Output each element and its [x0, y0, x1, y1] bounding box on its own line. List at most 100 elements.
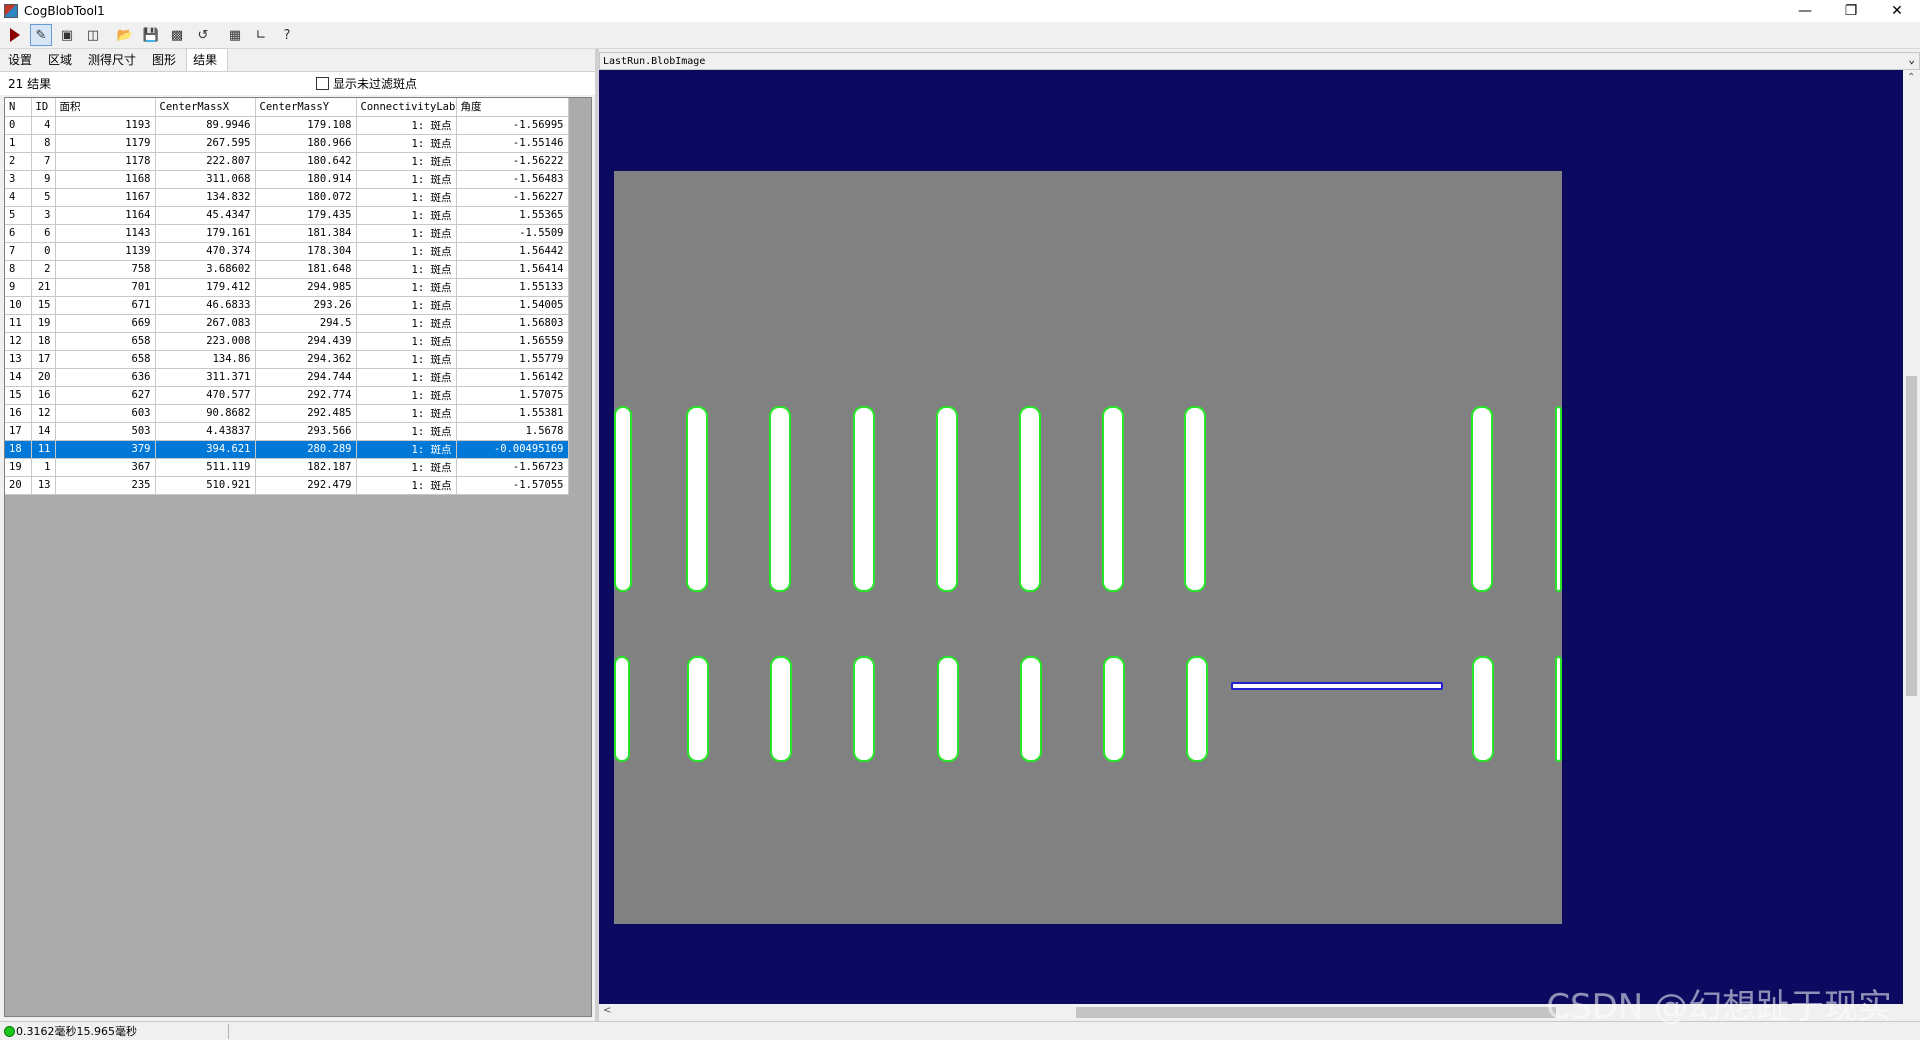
- table-cell: 45.4347: [155, 206, 256, 225]
- table-cell: 179.108: [255, 116, 357, 135]
- scroll-left-icon[interactable]: <: [603, 1005, 611, 1016]
- image-display-icon[interactable]: ▦: [224, 24, 246, 46]
- horizontal-scroll-thumb[interactable]: [1076, 1007, 1556, 1018]
- table-cell: 1: 斑点: [356, 152, 457, 171]
- table-row[interactable]: 0 4 1193 89.9946 179.108 1: 斑点 -1.56995: [5, 116, 569, 135]
- table-cell: 223.008: [155, 332, 256, 351]
- table-row[interactable]: 9 21 701 179.412 294.985 1: 斑点 1.55133: [5, 278, 569, 297]
- column-header-n[interactable]: N: [5, 98, 32, 117]
- table-cell: 13: [5, 350, 32, 369]
- table-cell: 294.362: [255, 350, 357, 369]
- table-cell: 1.56414: [456, 260, 569, 279]
- checkbox-box[interactable]: [316, 77, 329, 90]
- table-cell: 7: [5, 242, 32, 261]
- left-panel: 设置 区域 测得尺寸 图形 结果 21 结果 显示未过滤斑点 N ID 面积 C…: [0, 48, 595, 1021]
- table-cell: 1.55133: [456, 278, 569, 297]
- column-header-connectivity[interactable]: ConnectivityLabel: [356, 98, 457, 117]
- table-cell: 671: [55, 296, 156, 315]
- column-header-id[interactable]: ID: [31, 98, 56, 117]
- help-icon[interactable]: ?: [276, 24, 298, 46]
- table-row[interactable]: 4 5 1167 134.832 180.072 1: 斑点 -1.56227: [5, 188, 569, 207]
- table-cell: 178.304: [255, 242, 357, 261]
- table-row[interactable]: 16 12 603 90.8682 292.485 1: 斑点 1.55381: [5, 404, 569, 423]
- close-button[interactable]: ✕: [1874, 0, 1920, 22]
- table-cell: 19: [5, 458, 32, 477]
- blob-regions-icon[interactable]: ◫: [82, 24, 104, 46]
- restore-button[interactable]: ❐: [1828, 0, 1874, 22]
- open-folder-icon[interactable]: 📂: [114, 24, 136, 46]
- window-title: CogBlobTool1: [24, 4, 105, 18]
- table-row[interactable]: 19 1 367 511.119 182.187 1: 斑点 -1.56723: [5, 458, 569, 477]
- table-row[interactable]: 14 20 636 311.371 294.744 1: 斑点 1.56142: [5, 368, 569, 387]
- table-row[interactable]: 10 15 671 46.6833 293.26 1: 斑点 1.54005: [5, 296, 569, 315]
- column-header-area[interactable]: 面积: [55, 98, 156, 117]
- table-header-row: N ID 面积 CenterMassX CenterMassY Connecti…: [5, 98, 569, 117]
- table-cell: 1: 斑点: [356, 332, 457, 351]
- table-row[interactable]: 8 2 758 3.68602 181.648 1: 斑点 1.56414: [5, 260, 569, 279]
- table-cell: 1: [31, 458, 56, 477]
- table-row[interactable]: 3 9 1168 311.068 180.914 1: 斑点 -1.56483: [5, 170, 569, 189]
- table-cell: 1.56442: [456, 242, 569, 261]
- tab-region[interactable]: 区域: [42, 49, 82, 71]
- table-cell: 758: [55, 260, 156, 279]
- table-row[interactable]: 15 16 627 470.577 292.774 1: 斑点 1.57075: [5, 386, 569, 405]
- table-cell: 1: 斑点: [356, 134, 457, 153]
- image-viewport[interactable]: [599, 70, 1903, 1004]
- tab-graphics[interactable]: 图形: [146, 49, 186, 71]
- table-row[interactable]: 17 14 503 4.43837 293.566 1: 斑点 1.5678: [5, 422, 569, 441]
- table-cell: 2: [5, 152, 32, 171]
- tab-measurements[interactable]: 测得尺寸: [82, 49, 146, 71]
- image-selector[interactable]: LastRun.BlobImage ⌄: [599, 52, 1920, 70]
- tab-settings[interactable]: 设置: [2, 49, 42, 71]
- table-cell: 1179: [55, 134, 156, 153]
- table-cell: 17: [5, 422, 32, 441]
- table-cell: 7: [31, 152, 56, 171]
- connections-icon[interactable]: ▩: [166, 24, 188, 46]
- edit-pencil-icon[interactable]: ✎: [30, 24, 52, 46]
- table-cell: 235: [55, 476, 156, 495]
- table-row[interactable]: 20 13 235 510.921 292.479 1: 斑点 -1.57055: [5, 476, 569, 495]
- table-row[interactable]: 1 8 1179 267.595 180.966 1: 斑点 -1.55146: [5, 134, 569, 153]
- tab-results[interactable]: 结果: [186, 48, 229, 71]
- table-row[interactable]: 13 17 658 134.86 294.362 1: 斑点 1.55779: [5, 350, 569, 369]
- table-cell: 311.068: [155, 170, 256, 189]
- table-cell: -1.57055: [456, 476, 569, 495]
- table-row[interactable]: 2 7 1178 222.807 180.642 1: 斑点 -1.56222: [5, 152, 569, 171]
- scroll-up-icon[interactable]: ⌃: [1907, 72, 1915, 83]
- table-row[interactable]: 5 3 1164 45.4347 179.435 1: 斑点 1.55365: [5, 206, 569, 225]
- column-header-centermassy[interactable]: CenterMassY: [255, 98, 357, 117]
- table-cell: 18: [5, 440, 32, 459]
- table-cell: 8: [5, 260, 32, 279]
- table-row[interactable]: 6 6 1143 179.161 181.384 1: 斑点 -1.5509: [5, 224, 569, 243]
- table-cell: 293.26: [255, 296, 357, 315]
- input-image-icon[interactable]: ▣: [56, 24, 78, 46]
- run-icon[interactable]: [4, 24, 26, 46]
- vertical-scrollbar[interactable]: ⌃: [1903, 70, 1920, 1004]
- reset-icon[interactable]: ↺: [192, 24, 214, 46]
- blob-image[interactable]: [614, 171, 1562, 924]
- table-cell: 379: [55, 440, 156, 459]
- table-cell: 603: [55, 404, 156, 423]
- column-header-centermassx[interactable]: CenterMassX: [155, 98, 256, 117]
- table-row[interactable]: 12 18 658 223.008 294.439 1: 斑点 1.56559: [5, 332, 569, 351]
- table-row[interactable]: 7 0 1139 470.374 178.304 1: 斑点 1.56442: [5, 242, 569, 261]
- show-unfiltered-checkbox[interactable]: 显示未过滤斑点: [316, 75, 417, 92]
- table-row[interactable]: 18 11 379 394.621 280.289 1: 斑点 -0.00495169: [5, 440, 569, 459]
- minimize-button[interactable]: —: [1782, 0, 1828, 22]
- chevron-down-icon[interactable]: ⌄: [1908, 53, 1915, 66]
- vertical-scroll-thumb[interactable]: [1906, 376, 1917, 696]
- table-row[interactable]: 11 19 669 267.083 294.5 1: 斑点 1.56803: [5, 314, 569, 333]
- blob-outline: [769, 406, 791, 592]
- table-cell: 1143: [55, 224, 156, 243]
- column-header-angle[interactable]: 角度: [456, 98, 569, 117]
- save-icon[interactable]: 💾: [140, 24, 162, 46]
- measure-icon[interactable]: ∟: [250, 24, 272, 46]
- table-cell: 1.57075: [456, 386, 569, 405]
- table-cell: 89.9946: [155, 116, 256, 135]
- table-cell: 292.774: [255, 386, 357, 405]
- table-cell: 1: 斑点: [356, 170, 457, 189]
- table-cell: 1.55381: [456, 404, 569, 423]
- table-cell: 3.68602: [155, 260, 256, 279]
- table-cell: -1.56222: [456, 152, 569, 171]
- blob-outline: [1020, 656, 1042, 762]
